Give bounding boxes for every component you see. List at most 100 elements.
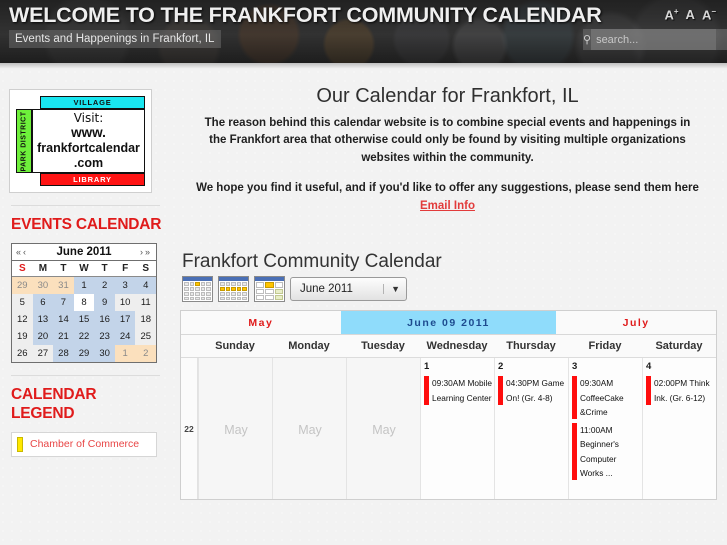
mini-calendar-day[interactable]: 18 — [135, 311, 157, 329]
chevron-down-icon: ▼ — [383, 284, 400, 295]
event-color-bar — [424, 376, 429, 405]
font-increase-button[interactable]: A+ — [664, 8, 678, 22]
calendar-day-cell[interactable]: 4 02:00PM Think Ink. (Gr. 6-12) — [642, 358, 716, 500]
calendar-event[interactable]: 11:00AM Beginner's Computer Works ... — [572, 423, 640, 481]
event-title: 09:30AM CoffeeCake &Crime — [580, 378, 624, 417]
mini-calendar-day[interactable]: 6 — [32, 294, 54, 312]
prev-month-button[interactable]: May — [181, 311, 341, 335]
mini-calendar-day[interactable]: 3 — [114, 277, 136, 295]
calendar-day-cell[interactable]: 3 09:30AM CoffeeCake &Crime 11:00AM Beginn… — [568, 358, 642, 500]
day-number: 1 — [424, 361, 430, 373]
mini-calendar-day[interactable]: 30 — [32, 277, 54, 295]
mini-calendar-day[interactable]: 10 — [114, 294, 136, 312]
day-view-icon[interactable] — [254, 276, 285, 303]
mini-calendar-day[interactable]: 13 — [32, 311, 54, 329]
email-info-link[interactable]: Email Info — [420, 200, 475, 212]
ad-center-text: Visit: www. frankfortcalendar .com — [32, 109, 145, 173]
mini-calendar-day[interactable]: 24 — [114, 328, 136, 346]
week-number: 22 — [181, 358, 198, 500]
ad-library-band: LIBRARY — [40, 173, 145, 186]
calendar-dow-monday: Monday — [288, 340, 330, 353]
mini-calendar-day[interactable]: 5 — [12, 294, 33, 312]
event-title: 09:30AM Mobile Learning Center — [432, 378, 492, 403]
mini-calendar-day[interactable]: 29 — [73, 345, 95, 363]
ad-line-1: Visit: — [73, 111, 104, 126]
mini-calendar-day[interactable]: 14 — [53, 311, 74, 329]
sidebar-divider-2 — [11, 375, 160, 377]
mini-calendar-day[interactable]: 31 — [53, 277, 74, 295]
ad-line-3: frankfortcalendar — [37, 141, 140, 156]
next-year-icon[interactable]: » — [145, 247, 152, 257]
calendar-day-cell-other-month[interactable]: May — [346, 358, 420, 500]
mini-next-arrows[interactable]: ›» — [140, 247, 152, 257]
prev-year-icon[interactable]: « — [16, 247, 23, 257]
mini-calendar-week: 5 6 7 8 9 10 11 — [12, 294, 157, 312]
font-normal-button[interactable]: A — [686, 8, 695, 21]
mini-calendar-day[interactable]: 9 — [94, 294, 115, 312]
week-view-icon[interactable] — [218, 276, 249, 303]
calendar-event[interactable]: 04:30PM Game On! (Gr. 4-8) — [498, 376, 566, 405]
main-content: Our Calendar for Frankfort, IL The reaso… — [172, 69, 727, 545]
mini-prev-arrows[interactable]: «‹ — [16, 247, 28, 257]
mini-calendar-day[interactable]: 16 — [94, 311, 115, 329]
mini-calendar-day[interactable]: 26 — [12, 345, 33, 363]
mini-calendar-day[interactable]: 30 — [94, 345, 115, 363]
mini-calendar-day[interactable]: 11 — [135, 294, 157, 312]
day-number: 4 — [646, 361, 652, 373]
event-color-bar — [572, 423, 577, 481]
legend-item[interactable]: Chamber of Commerce — [17, 436, 151, 452]
ad-village-band: VILLAGE — [40, 96, 145, 109]
mini-calendar-day[interactable]: 2 — [135, 345, 157, 363]
month-view-icon[interactable] — [182, 276, 213, 303]
other-month-label: May — [372, 423, 396, 438]
event-title: 04:30PM Game On! (Gr. 4-8) — [506, 378, 565, 403]
site-tagline: Events and Happenings in Frankfort, IL — [9, 30, 222, 48]
search-box[interactable]: ⚲ — [583, 29, 727, 50]
mini-calendar-day[interactable]: 1 — [114, 345, 136, 363]
month-select-value: June 2011 — [300, 283, 353, 296]
sponsor-ad[interactable]: VILLAGE PARK DISTRICT Visit: www. frankf… — [9, 89, 152, 193]
calendar-event[interactable]: 09:30AM Mobile Learning Center — [424, 376, 492, 405]
calendar-event[interactable]: 09:30AM CoffeeCake &Crime — [572, 376, 640, 420]
mini-calendar-day[interactable]: 4 — [135, 277, 157, 295]
mini-dow-0: S — [18, 263, 26, 275]
intro-paragraph-1: The reason behind this calendar website … — [204, 117, 691, 164]
mini-calendar-day[interactable]: 21 — [53, 328, 74, 346]
calendar-day-cell-other-month[interactable]: May — [198, 358, 272, 500]
mini-calendar-day[interactable]: 7 — [53, 294, 74, 312]
calendar-day-cell[interactable]: 2 04:30PM Game On! (Gr. 4-8) — [494, 358, 568, 500]
calendar-day-cell[interactable]: 1 09:30AM Mobile Learning Center — [420, 358, 494, 500]
calendar-toolbar: June 2011 ▼ — [182, 276, 717, 303]
mini-calendar-week: 12 13 14 15 16 17 18 — [12, 311, 157, 329]
mini-calendar-day[interactable]: 20 — [32, 328, 54, 346]
site-header: WELCOME TO THE FRANKFORT COMMUNITY CALEN… — [0, 0, 727, 63]
event-title: 11:00AM Beginner's Computer Works ... — [580, 425, 619, 478]
calendar-legend: Chamber of Commerce — [11, 431, 157, 457]
mini-calendar-day[interactable]: 1 — [73, 277, 95, 295]
search-input[interactable] — [591, 29, 727, 50]
mini-calendar-week: 29 30 31 1 2 3 4 — [12, 277, 157, 295]
calendar-day-cell-other-month[interactable]: May — [272, 358, 346, 500]
prev-month-icon[interactable]: ‹ — [23, 247, 28, 257]
mini-calendar-day[interactable]: 28 — [53, 345, 74, 363]
mini-calendar-day[interactable]: 2 — [94, 277, 115, 295]
mini-calendar-day[interactable]: 29 — [12, 277, 33, 295]
mini-calendar-day[interactable]: 23 — [94, 328, 115, 346]
month-select-dropdown[interactable]: June 2011 ▼ — [290, 277, 407, 302]
mini-calendar-day[interactable]: 15 — [73, 311, 95, 329]
current-date-label: June 09 2011 — [340, 311, 557, 335]
next-month-button[interactable]: July — [556, 311, 716, 335]
mini-calendar-day[interactable]: 12 — [12, 311, 33, 329]
mini-calendar-day[interactable]: 25 — [135, 328, 157, 346]
mini-calendar-day[interactable]: 8 — [73, 294, 95, 312]
calendar-heading: Frankfort Community Calendar — [182, 251, 442, 273]
mini-calendar-day[interactable]: 22 — [73, 328, 95, 346]
font-decrease-button[interactable]: A− — [702, 8, 716, 22]
mini-calendar: «‹ June 2011 ›» SMTWTFS 29 30 31 1 2 3 4 5 6 7 8 9 1… — [11, 243, 157, 364]
mini-calendar-day[interactable]: 17 — [114, 311, 136, 329]
intro-spacer — [178, 167, 717, 180]
mini-calendar-day[interactable]: 19 — [12, 328, 33, 346]
event-title: 02:00PM Think Ink. (Gr. 6-12) — [654, 378, 710, 403]
mini-calendar-day[interactable]: 27 — [32, 345, 54, 363]
calendar-event[interactable]: 02:00PM Think Ink. (Gr. 6-12) — [646, 376, 714, 405]
